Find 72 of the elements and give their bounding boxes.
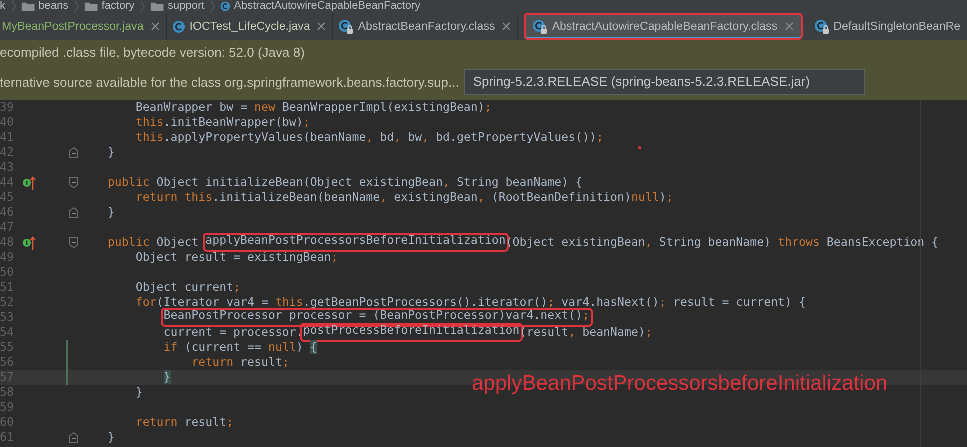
- line-number: 42: [0, 145, 14, 160]
- annotation-text: applyBeanPostProcessorsbeforeInitialization: [472, 372, 888, 396]
- class-icon: [172, 20, 186, 34]
- line-number: 59: [0, 400, 14, 415]
- notice-text: ecompiled .class file, bytecode version: 52.0 (Java 8): [0, 44, 305, 60]
- close-icon[interactable]: [502, 22, 512, 31]
- code-text: }: [134, 385, 143, 400]
- line-number: 56: [0, 355, 14, 370]
- line-number: 52: [0, 295, 14, 310]
- code-text: BeanWrapper bw = new BeanWrapperImpl(existingBean);: [134, 100, 492, 115]
- line-number: 40: [0, 115, 14, 130]
- code-text: }: [106, 430, 115, 445]
- implements-icon[interactable]: [22, 175, 36, 190]
- highlighted-code: postProcessBeforeInitialization: [300, 323, 523, 342]
- line-number: 47: [0, 220, 14, 235]
- fold-icon[interactable]: [69, 236, 79, 248]
- line-number: 51: [0, 280, 14, 295]
- line-number: 44: [0, 175, 14, 190]
- line-number: 48: [0, 235, 14, 250]
- line-number: 60: [0, 415, 14, 430]
- line-number: 39: [0, 100, 14, 115]
- implements-icon[interactable]: [22, 235, 36, 250]
- close-icon[interactable]: [784, 22, 794, 31]
- chevron-icon: [210, 1, 216, 12]
- code-text: this.applyPropertyValues(beanName, bd, bw, bd.getPropertyValues());: [136, 130, 604, 145]
- code-text: for(Iterator var4 = this.getBeanPostProcessors().iterator(); var4.hasNext(); result = current) {: [136, 295, 806, 310]
- code-text: Object result = existingBean;: [134, 250, 338, 265]
- line-number: 41: [0, 130, 14, 145]
- line-number: 49: [0, 250, 14, 265]
- code-text: Object current;: [134, 280, 241, 295]
- line-number: 45: [0, 190, 14, 205]
- code-text: if (current == null) {: [164, 340, 318, 355]
- line-number: 61: [0, 430, 14, 445]
- editor-tab[interactable]: AbstractAutowireCapableBeanFactory.class: [524, 13, 803, 40]
- locked-class-icon: [814, 18, 830, 34]
- line-number: 46: [0, 205, 14, 220]
- code-text: return this.initializeBean(beanName, existingBean, (RootBeanDefinition)null);: [136, 190, 674, 205]
- code-text: return result;: [192, 355, 290, 370]
- breadcrumb-item[interactable]: AbstractAutowireCapableBeanFactory: [234, 0, 421, 13]
- line-number: 53: [0, 310, 14, 325]
- class-icon: [220, 1, 232, 12]
- locked-class-icon: [532, 18, 548, 34]
- chevron-icon: [10, 1, 16, 12]
- breadcrumb-item[interactable]: k: [0, 0, 6, 13]
- fold-icon[interactable]: [69, 432, 79, 444]
- code-text: }: [106, 205, 115, 220]
- line-number: 54: [0, 325, 14, 340]
- code-text: return result;: [136, 415, 234, 430]
- chevron-icon: [140, 1, 146, 12]
- line-number: 43: [0, 160, 14, 175]
- chevron-icon: [74, 1, 80, 12]
- line-number: 50: [0, 265, 14, 280]
- fold-icon[interactable]: [69, 176, 79, 188]
- highlighted-code: applyBeanPostProcessorsBeforeInitialization: [202, 233, 509, 252]
- code-text: }: [164, 370, 171, 385]
- dot-mark: [638, 146, 642, 150]
- code-text: this.initBeanWrapper(bw);: [136, 115, 310, 130]
- code-text: }: [106, 145, 115, 160]
- library-dropdown[interactable]: Spring-5.2.3.RELEASE (spring-beans-5.2.3.RELEASE.jar): [464, 69, 866, 95]
- breadcrumb-item[interactable]: factory: [102, 0, 135, 13]
- close-icon[interactable]: [150, 22, 160, 31]
- code-text: public Object initializeBean(Object existingBean, String beanName) {: [108, 175, 583, 190]
- code-text: public Object: [108, 235, 200, 250]
- line-number: 55: [0, 340, 14, 355]
- fold-icon[interactable]: [69, 206, 79, 218]
- fold-icon[interactable]: [69, 146, 79, 158]
- breadcrumb-item[interactable]: support: [168, 0, 205, 13]
- line-number: 58: [0, 385, 14, 400]
- breadcrumb-item[interactable]: beans: [38, 0, 69, 13]
- locked-class-icon: [338, 18, 354, 34]
- close-icon[interactable]: [317, 22, 326, 31]
- notice-text: ternative source available for the class org.springframework.beans.factory.sup...: [0, 74, 460, 90]
